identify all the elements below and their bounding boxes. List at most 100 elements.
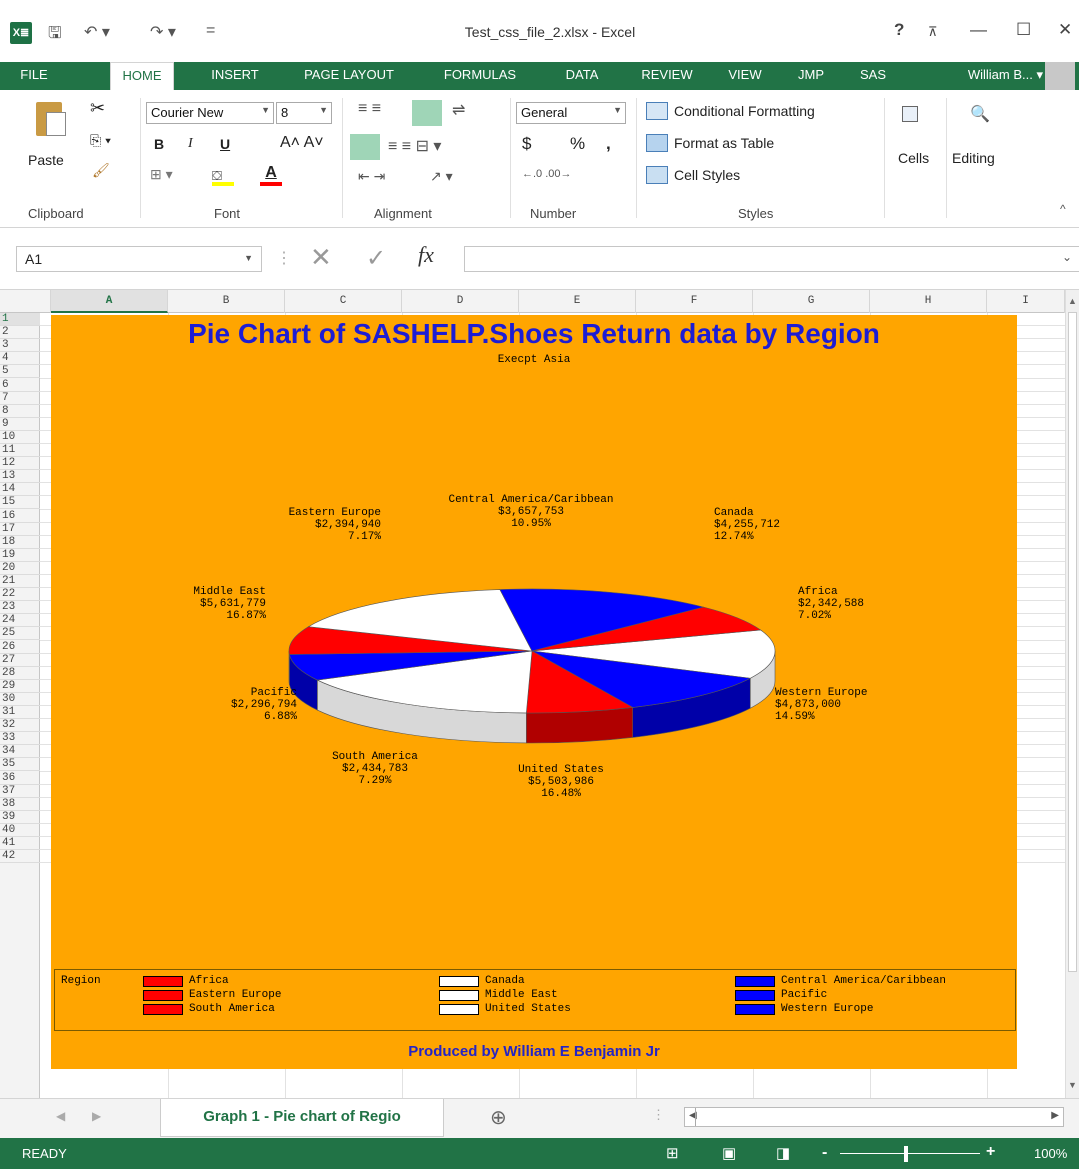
row-header[interactable]: 20	[0, 562, 40, 575]
tab-jmp[interactable]: JMP	[790, 62, 832, 90]
row-header[interactable]: 16	[0, 510, 40, 523]
row-header[interactable]: 30	[0, 693, 40, 706]
row-header[interactable]: 5	[0, 365, 40, 379]
column-header-a[interactable]: A	[51, 290, 168, 313]
percent-button[interactable]: %	[570, 134, 585, 154]
row-header[interactable]: 35	[0, 758, 40, 772]
font-color-icon[interactable]: A	[260, 164, 282, 186]
avatar[interactable]	[1045, 62, 1075, 90]
increase-font-icon[interactable]: A˄ A˅	[280, 134, 324, 152]
column-header-h[interactable]: H	[870, 290, 987, 313]
user-account[interactable]: William B... ▾	[968, 62, 1043, 88]
row-header[interactable]: 33	[0, 732, 40, 746]
scroll-right-icon[interactable]: ▶	[1051, 1110, 1059, 1121]
zoom-out-button[interactable]: -	[822, 1144, 827, 1162]
scroll-thumb[interactable]	[695, 1108, 945, 1126]
currency-button[interactable]: $	[522, 134, 531, 154]
vertical-scrollbar[interactable]: ▲ ▼	[1065, 290, 1079, 1098]
prev-sheet-icon[interactable]: ◀	[56, 1109, 65, 1123]
row-header[interactable]: 2	[0, 326, 40, 340]
expand-formula-icon[interactable]: ⌄	[1062, 250, 1072, 264]
row-header[interactable]: 40	[0, 824, 40, 837]
bold-button[interactable]: B	[154, 136, 164, 152]
row-header[interactable]: 13	[0, 470, 40, 484]
tab-view[interactable]: VIEW	[722, 62, 768, 90]
tab-formulas[interactable]: FORMULAS	[430, 62, 530, 90]
italic-button[interactable]: I	[188, 136, 193, 152]
borders-icon[interactable]: ⊞ ▾	[150, 166, 173, 183]
cells-button[interactable]: Cells	[898, 150, 929, 166]
page-layout-view-icon[interactable]: ▣	[722, 1144, 736, 1162]
fill-color-icon[interactable]: ⛋	[212, 168, 234, 186]
cancel-icon[interactable]: ✕	[310, 242, 332, 273]
sheet-tab[interactable]: Graph 1 - Pie chart of Regio	[160, 1099, 444, 1137]
cell-styles-button[interactable]: Cell Styles	[674, 167, 740, 183]
enter-icon[interactable]: ✓	[366, 244, 386, 273]
tab-home[interactable]: HOME	[110, 62, 174, 91]
row-header[interactable]: 15	[0, 496, 40, 510]
column-header-d[interactable]: D	[402, 290, 519, 313]
copy-icon[interactable]: ⎘ ▾	[90, 132, 111, 149]
row-header[interactable]: 34	[0, 745, 40, 759]
maximize-button[interactable]: ☐	[1016, 20, 1031, 40]
insert-function-button[interactable]: fx	[418, 242, 434, 268]
row-header[interactable]: 19	[0, 549, 40, 562]
row-header[interactable]: 4	[0, 352, 40, 366]
orientation-icon[interactable]: ↗ ▾	[430, 168, 453, 185]
format-painter-icon[interactable]: 🖌	[92, 162, 110, 179]
column-header-b[interactable]: B	[168, 290, 285, 313]
row-header[interactable]: 42	[0, 850, 40, 864]
collapse-ribbon-icon[interactable]: ^	[1060, 202, 1066, 216]
column-header-g[interactable]: G	[753, 290, 870, 313]
scroll-thumb[interactable]	[1068, 312, 1077, 972]
row-header[interactable]: 21	[0, 575, 40, 588]
page-break-view-icon[interactable]: ◨	[776, 1144, 790, 1162]
row-header[interactable]: 14	[0, 483, 40, 497]
align-center-icon[interactable]: ≡ ≡ ⊟ ▾	[388, 136, 441, 156]
ribbon-display-options-button[interactable]: ⊼	[928, 24, 938, 40]
row-header[interactable]: 38	[0, 798, 40, 811]
row-header[interactable]: 39	[0, 811, 40, 824]
zoom-slider[interactable]	[840, 1153, 980, 1154]
row-header[interactable]: 23	[0, 601, 40, 615]
row-header[interactable]: 1	[0, 313, 40, 326]
cut-icon[interactable]: ✂	[90, 98, 105, 119]
row-header[interactable]: 27	[0, 654, 40, 667]
tab-review[interactable]: REVIEW	[632, 62, 702, 90]
column-header-e[interactable]: E	[519, 290, 636, 313]
next-sheet-icon[interactable]: ▶	[92, 1109, 101, 1123]
font-name-dropdown[interactable]: Courier New ▼	[146, 102, 274, 124]
tab-data[interactable]: DATA	[552, 62, 612, 90]
row-header[interactable]: 10	[0, 431, 40, 444]
row-header[interactable]: 36	[0, 772, 40, 785]
paste-button[interactable]: Paste	[28, 152, 64, 168]
editing-button[interactable]: Editing	[952, 150, 995, 166]
column-header-f[interactable]: F	[636, 290, 753, 313]
row-header[interactable]: 11	[0, 444, 40, 457]
align-middle-icon[interactable]	[412, 100, 442, 126]
name-box[interactable]: A1 ▼	[16, 246, 262, 272]
row-header[interactable]: 37	[0, 785, 40, 798]
row-header[interactable]: 31	[0, 706, 40, 719]
normal-view-icon[interactable]: ⊞	[666, 1144, 679, 1162]
horizontal-scrollbar[interactable]: ◀ ▶	[684, 1107, 1064, 1127]
indent-icon[interactable]: ⇤ ⇥	[358, 168, 385, 185]
row-header[interactable]: 28	[0, 667, 40, 680]
decimal-icon[interactable]: ←.0 .00→	[522, 168, 572, 180]
tab-page-layout[interactable]: PAGE LAYOUT	[290, 62, 408, 90]
format-as-table-button[interactable]: Format as Table	[674, 135, 774, 151]
close-button[interactable]: ✕	[1058, 20, 1072, 40]
number-format-dropdown[interactable]: General ▼	[516, 102, 626, 124]
row-header[interactable]: 22	[0, 588, 40, 602]
align-top-icon[interactable]: ≡ ≡	[358, 100, 381, 118]
column-header-i[interactable]: I	[987, 290, 1065, 313]
row-header[interactable]: 6	[0, 379, 40, 392]
row-header[interactable]: 3	[0, 339, 40, 353]
scroll-down-icon[interactable]: ▼	[1068, 1080, 1077, 1090]
scroll-up-icon[interactable]: ▲	[1068, 296, 1077, 306]
row-header[interactable]: 24	[0, 614, 40, 628]
comma-button[interactable]: ,	[606, 134, 611, 154]
align-left-icon[interactable]	[350, 134, 380, 160]
tab-insert[interactable]: INSERT	[196, 62, 274, 90]
row-header[interactable]: 29	[0, 680, 40, 693]
